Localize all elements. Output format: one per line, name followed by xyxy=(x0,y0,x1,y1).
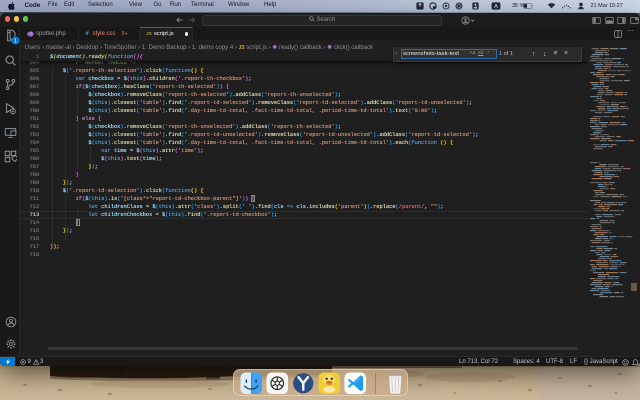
svg-text:1: 1 xyxy=(13,39,16,45)
svg-text:A: A xyxy=(494,4,498,10)
